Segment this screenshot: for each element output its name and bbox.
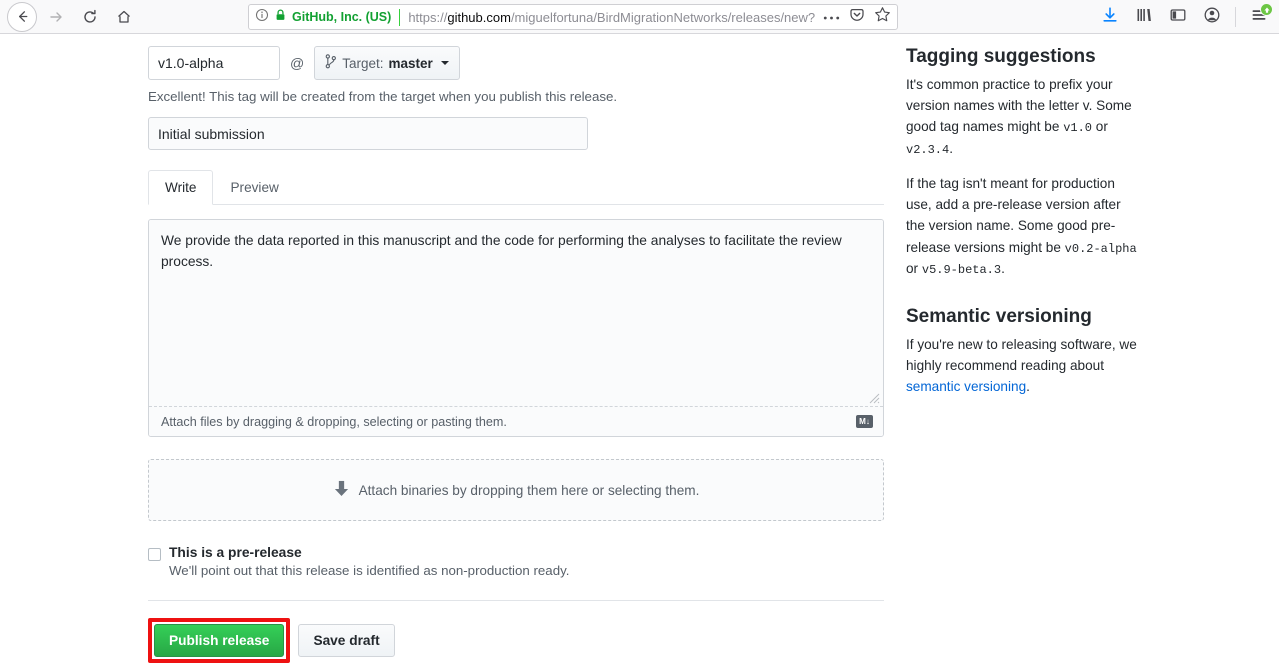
library-button[interactable] xyxy=(1128,2,1160,32)
ev-certificate-label: GitHub, Inc. (US) xyxy=(292,10,392,24)
page-content: @ Target: master Excellent! This tag wil… xyxy=(0,34,1279,663)
semver-end: . xyxy=(1026,378,1030,394)
toolbar-divider xyxy=(1235,7,1236,27)
info-circle-icon[interactable] xyxy=(255,8,269,27)
pocket-icon[interactable] xyxy=(849,7,865,28)
form-divider xyxy=(148,600,884,601)
binaries-dropzone[interactable]: Attach binaries by dropping them here or… xyxy=(148,459,884,521)
prerelease-text-block: This is a pre-release We'll point out th… xyxy=(169,545,569,578)
tagging-p2-or: or xyxy=(906,261,922,277)
back-button[interactable] xyxy=(6,1,38,32)
account-button[interactable] xyxy=(1196,2,1228,32)
forward-arrow-icon xyxy=(48,9,64,25)
form-actions: Publish release Save draft xyxy=(148,618,884,663)
urlbar-actions xyxy=(817,6,891,28)
editor-tabs: Write Preview xyxy=(148,170,884,205)
tab-write[interactable]: Write xyxy=(148,170,214,205)
download-arrow-icon xyxy=(1101,6,1119,29)
browser-toolbar: GitHub, Inc. (US) https://github.com/mig… xyxy=(0,0,1279,34)
account-icon xyxy=(1203,6,1221,29)
url-path: /miguelfortuna/BirdMigrationNetworks/rel… xyxy=(510,9,816,25)
home-icon xyxy=(116,9,132,25)
sidebar-icon xyxy=(1169,6,1187,29)
downloads-button[interactable] xyxy=(1094,2,1126,32)
semantic-versioning-heading: Semantic versioning xyxy=(906,305,1092,327)
semver-text: If you're new to releasing software, we … xyxy=(906,336,1137,373)
tag-example-2: v2.3.4 xyxy=(906,142,950,157)
textarea-wrapper xyxy=(149,220,883,406)
dropzone-text: Attach binaries by dropping them here or… xyxy=(358,482,700,498)
prerelease-checkbox[interactable] xyxy=(148,548,161,561)
tagging-suggestions-heading: Tagging suggestions xyxy=(906,46,1096,67)
comment-box: Attach files by dragging & dropping, sel… xyxy=(148,219,884,437)
target-branch-dropdown[interactable]: Target: master xyxy=(314,46,460,80)
star-icon[interactable] xyxy=(874,6,891,28)
back-arrow-icon xyxy=(7,1,37,32)
tag-row: @ Target: master xyxy=(148,46,884,80)
home-button[interactable] xyxy=(108,2,140,32)
url-host: github.com xyxy=(447,9,511,25)
at-separator: @ xyxy=(290,55,305,71)
prerelease-example-2: v5.9-beta.3 xyxy=(921,263,1002,278)
prerelease-row: This is a pre-release We'll point out th… xyxy=(148,545,884,578)
resize-handle-icon[interactable] xyxy=(867,391,880,404)
address-bar[interactable]: GitHub, Inc. (US) https://github.com/mig… xyxy=(248,4,898,30)
target-label: Target: xyxy=(342,55,384,71)
reload-button[interactable] xyxy=(74,2,106,32)
prerelease-example-1: v0.2-alpha xyxy=(1064,241,1137,256)
tagging-p1-end: . xyxy=(949,140,953,156)
library-icon xyxy=(1135,6,1153,29)
svg-text:M↓: M↓ xyxy=(859,417,870,426)
prerelease-description: We'll point out that this release is ide… xyxy=(169,563,570,578)
release-form: @ Target: master Excellent! This tag wil… xyxy=(148,46,884,663)
chevron-down-icon xyxy=(440,61,449,65)
tag-helper-text: Excellent! This tag will be created from… xyxy=(148,89,618,104)
release-body-textarea[interactable] xyxy=(149,220,883,406)
ellipsis-icon[interactable] xyxy=(823,8,840,26)
semver-paragraph: If you're new to releasing software, we … xyxy=(906,334,1138,397)
app-menu-button[interactable] xyxy=(1243,2,1275,32)
toolbar-right-actions xyxy=(1094,2,1275,32)
tag-example-1: v1.0 xyxy=(1063,121,1092,136)
tab-preview[interactable]: Preview xyxy=(213,170,295,205)
save-draft-button[interactable]: Save draft xyxy=(298,624,395,657)
identity-box[interactable]: GitHub, Inc. (US) xyxy=(255,8,399,27)
git-branch-icon xyxy=(325,54,337,72)
navigation-buttons xyxy=(0,1,140,32)
update-available-icon xyxy=(1260,3,1273,16)
identity-divider xyxy=(399,8,401,26)
prerelease-title: This is a pre-release xyxy=(169,545,302,560)
down-arrow-icon xyxy=(333,479,350,501)
url-protocol: https:// xyxy=(408,9,448,25)
tagging-paragraph-1: It's common practice to prefix your vers… xyxy=(906,74,1138,159)
url-text[interactable]: https://github.com/miguelfortuna/BirdMig… xyxy=(408,10,817,25)
sidebar-button[interactable] xyxy=(1162,2,1194,32)
attach-files-text: Attach files by dragging & dropping, sel… xyxy=(161,414,507,429)
target-value: master xyxy=(388,55,433,71)
sidebar-help: Tagging suggestions It's common practice… xyxy=(906,46,1138,411)
tagging-p2-end: . xyxy=(1001,261,1005,277)
padlock-icon[interactable] xyxy=(274,8,287,27)
forward-button[interactable] xyxy=(40,2,72,32)
release-title-input[interactable] xyxy=(148,117,588,150)
tag-version-input[interactable] xyxy=(148,46,280,80)
tagging-p1-or: or xyxy=(1092,119,1108,135)
semantic-versioning-link[interactable]: semantic versioning xyxy=(906,379,1026,394)
attach-files-footer: Attach files by dragging & dropping, sel… xyxy=(149,406,883,436)
publish-release-button[interactable]: Publish release xyxy=(154,624,285,657)
tagging-paragraph-2: If the tag isn't meant for production us… xyxy=(906,173,1138,279)
reload-icon xyxy=(82,9,98,25)
markdown-icon[interactable]: M↓ xyxy=(856,415,873,428)
publish-highlight-box: Publish release xyxy=(148,618,291,663)
